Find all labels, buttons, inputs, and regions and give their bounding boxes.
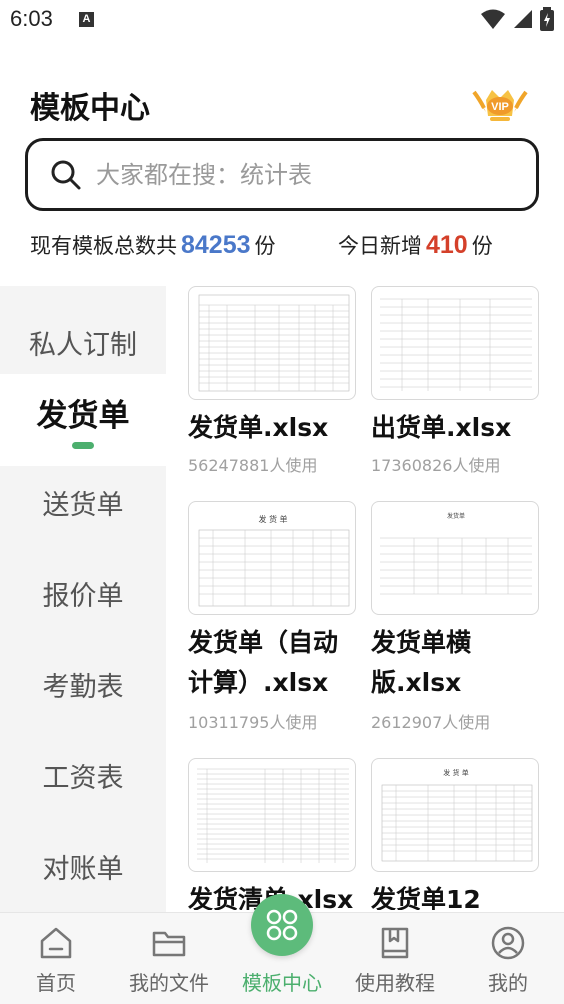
page-title: 模板中心 bbox=[30, 91, 150, 126]
template-title: 发货单横版.xlsx bbox=[371, 628, 472, 697]
template-thumbnail bbox=[188, 758, 356, 872]
template-usage: 2612907人使用 bbox=[371, 713, 491, 732]
template-usage: 10311795人使用 bbox=[188, 713, 318, 732]
status-time: 6:03 bbox=[10, 6, 53, 31]
search-input[interactable] bbox=[96, 155, 516, 195]
user-icon bbox=[491, 926, 525, 960]
template-title: 发货单.xlsx bbox=[188, 413, 329, 442]
status-bar: 6:03 A bbox=[0, 0, 564, 38]
thumb-heading: 发 货 单 bbox=[443, 768, 468, 777]
vip-crown-icon[interactable]: VIP bbox=[472, 82, 528, 126]
category-attendance[interactable]: 考勤表 bbox=[0, 648, 166, 728]
template-thumbnail: 发 货 单 bbox=[371, 758, 539, 872]
book-icon bbox=[381, 927, 409, 959]
template-card[interactable]: 发货单 发货单横版.xlsx 2612907人使用 bbox=[371, 501, 539, 751]
nav-label: 我的文件 bbox=[129, 971, 209, 995]
home-icon bbox=[40, 927, 72, 959]
category-statement[interactable]: 对账单 bbox=[0, 830, 166, 910]
nav-label: 我的 bbox=[488, 971, 528, 995]
template-usage: 56247881人使用 bbox=[188, 456, 318, 475]
thumb-heading: 发 货 单 bbox=[258, 514, 287, 524]
nav-tutorial[interactable]: 使用教程 bbox=[339, 913, 451, 1004]
battery-charging-icon bbox=[540, 7, 554, 31]
template-card[interactable]: 发货单.xlsx 56247881人使用 bbox=[188, 286, 356, 486]
template-title: 出货单.xlsx bbox=[371, 413, 512, 442]
total-prefix: 现有模板总数共 bbox=[30, 234, 177, 258]
wifi-icon bbox=[481, 9, 505, 29]
template-card[interactable]: 发 货 单 发货单（自动计算）.xlsx 10311795人使用 bbox=[188, 501, 356, 751]
template-thumbnail bbox=[188, 286, 356, 400]
template-center-fab[interactable] bbox=[251, 894, 313, 956]
template-thumbnail: 发货单 bbox=[371, 501, 539, 615]
today-count: 410 bbox=[426, 231, 468, 259]
today-prefix: 今日新增 bbox=[338, 234, 422, 258]
today-unit: 份 bbox=[471, 234, 493, 258]
search-bar[interactable] bbox=[25, 138, 539, 211]
category-delivery-note[interactable]: 发货单 bbox=[0, 374, 166, 466]
template-card[interactable]: 出货单.xlsx 17360826人使用 bbox=[371, 286, 539, 486]
total-count: 84253 bbox=[181, 231, 251, 259]
template-card[interactable]: 发 货 单 发货单12 bbox=[371, 758, 539, 912]
grid-apps-icon bbox=[266, 909, 298, 941]
template-thumbnail bbox=[371, 286, 539, 400]
template-stats: 现有模板总数共 84253 份 今日新增 410 份 bbox=[30, 230, 540, 266]
template-grid: 发货单.xlsx 56247881人使用 出货单.xlsx 17360826人使… bbox=[166, 286, 564, 912]
nav-label: 首页 bbox=[36, 971, 76, 995]
status-icons bbox=[480, 7, 554, 31]
category-payroll[interactable]: 工资表 bbox=[0, 739, 166, 819]
template-usage: 17360826人使用 bbox=[371, 456, 501, 475]
template-thumbnail: 发 货 单 bbox=[188, 501, 356, 615]
category-shipping-note[interactable]: 送货单 bbox=[0, 466, 166, 546]
notification-icon: A bbox=[79, 12, 94, 27]
vip-text: VIP bbox=[491, 101, 509, 113]
total-templates-stat: 现有模板总数共 84253 份 bbox=[30, 230, 276, 260]
nav-profile[interactable]: 我的 bbox=[452, 913, 564, 1004]
nav-label: 使用教程 bbox=[355, 971, 435, 995]
signal-icon bbox=[514, 10, 532, 28]
category-quotation[interactable]: 报价单 bbox=[0, 557, 166, 637]
active-category-indicator bbox=[72, 442, 94, 449]
category-sidebar: 私人订制 发货单 送货单 报价单 考勤表 工资表 对账单 bbox=[0, 286, 166, 912]
today-new-stat: 今日新增 410 份 bbox=[338, 230, 493, 260]
nav-my-files[interactable]: 我的文件 bbox=[113, 913, 225, 1004]
search-icon bbox=[51, 160, 81, 190]
nav-label: 模板中心 bbox=[242, 971, 322, 995]
template-title: 发货单12 bbox=[371, 885, 481, 910]
thumb-heading: 发货单 bbox=[447, 512, 465, 520]
total-unit: 份 bbox=[254, 234, 276, 258]
template-card[interactable]: 发货清单.xlsx bbox=[188, 758, 356, 912]
folder-icon bbox=[152, 931, 186, 957]
nav-home[interactable]: 首页 bbox=[0, 913, 112, 1004]
template-title: 发货单（自动计算）.xlsx bbox=[188, 628, 339, 697]
